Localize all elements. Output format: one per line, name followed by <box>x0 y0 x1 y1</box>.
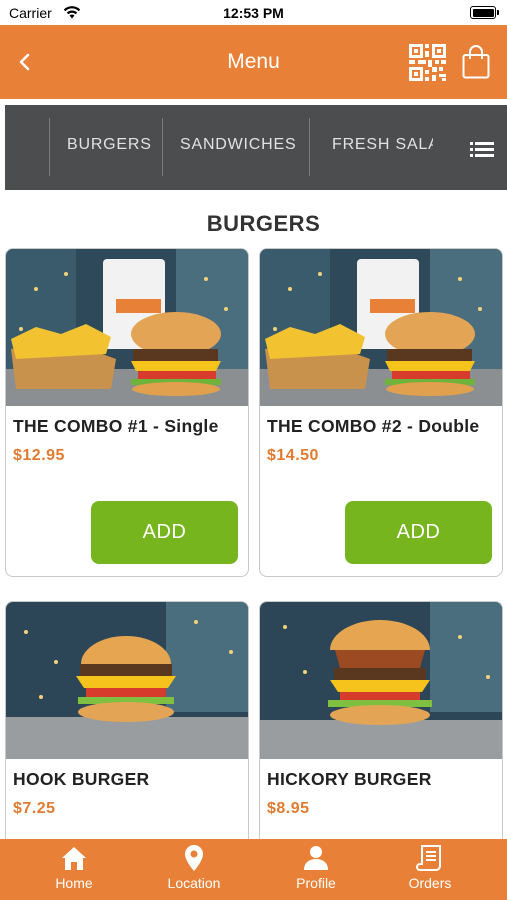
product-price: $12.95 <box>13 447 65 464</box>
status-bar: Carrier 12:53 PM <box>0 0 507 25</box>
add-button[interactable]: ADD <box>91 501 238 564</box>
qr-code-icon[interactable] <box>409 44 446 81</box>
product-card[interactable]: HICKORY BURGER $8.95 <box>259 601 503 861</box>
home-icon <box>62 847 86 870</box>
product-card[interactable]: THE COMBO #2 - Double $14.50 ADD <box>259 248 503 577</box>
tab-bar: Home Location Profile Orders <box>0 839 507 900</box>
hickory-onion-burger-image <box>260 602 502 759</box>
category-tab-burgers[interactable]: BURGERS <box>67 136 152 154</box>
tab-home[interactable]: Home <box>33 839 115 900</box>
product-card[interactable]: THE COMBO #1 - Single $12.95 ADD <box>5 248 249 577</box>
tab-label: Home <box>55 875 93 891</box>
category-tab-fresh-salads[interactable]: FRESH SALA <box>332 136 433 154</box>
product-name: HICKORY BURGER <box>267 769 432 789</box>
tab-location[interactable]: Location <box>153 839 235 900</box>
product-price: $8.95 <box>267 800 310 817</box>
category-bar: BURGERS SANDWICHES FRESH SALA <box>5 105 507 190</box>
category-tab-sandwiches[interactable]: SANDWICHES <box>180 136 296 154</box>
combo-burger-fries-drink-image <box>260 249 502 406</box>
product-card[interactable]: HOOK BURGER $7.25 <box>5 601 249 861</box>
location-pin-icon <box>185 845 203 871</box>
battery-icon <box>470 6 499 19</box>
section-title: BURGERS <box>206 211 321 236</box>
tab-profile[interactable]: Profile <box>275 839 357 900</box>
tab-orders[interactable]: Orders <box>389 839 471 900</box>
nav-bar: Menu <box>0 25 507 99</box>
person-icon <box>304 846 328 870</box>
product-name: THE COMBO #1 - Single <box>13 416 219 436</box>
product-name: HOOK BURGER <box>13 769 150 789</box>
product-price: $14.50 <box>267 447 319 464</box>
add-button[interactable]: ADD <box>345 501 492 564</box>
list-icon[interactable] <box>470 140 494 158</box>
divider <box>309 118 310 176</box>
divider <box>162 118 163 176</box>
product-name: THE COMBO #2 - Double <box>267 416 480 436</box>
clock: 12:53 PM <box>223 5 284 21</box>
product-price: $7.25 <box>13 800 56 817</box>
combo-burger-fries-drink-image <box>6 249 248 406</box>
tab-label: Profile <box>296 875 336 891</box>
tab-label: Location <box>167 875 221 891</box>
divider <box>49 118 50 176</box>
shopping-bag-icon[interactable] <box>462 45 490 79</box>
cheeseburger-image <box>6 602 248 759</box>
tab-label: Orders <box>408 875 452 891</box>
receipt-icon <box>416 845 441 871</box>
